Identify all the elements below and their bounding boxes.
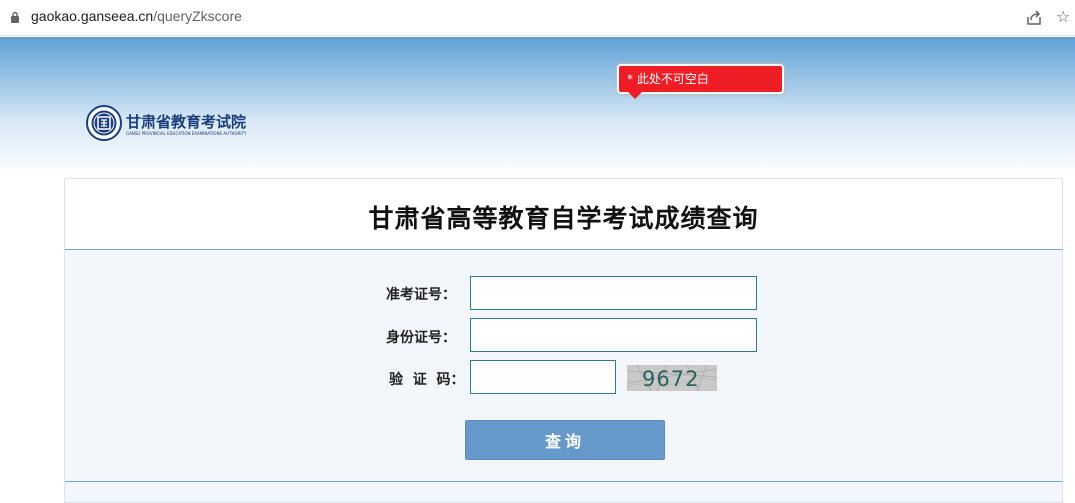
lock-icon [11, 11, 19, 23]
page-title: 甘肃省高等教育自学考试成绩查询 [368, 204, 759, 233]
id-number-input[interactable] [470, 318, 757, 352]
emblem-icon [86, 105, 122, 141]
org-logo[interactable]: 甘肃省教育考试院 GANSU PROVINCIAL EDUCATION EXAM… [86, 103, 251, 143]
captcha-label: 验 证 码： [389, 372, 465, 388]
org-subtitle: GANSU PROVINCIAL EDUCATION EXAMINATIONS … [126, 131, 247, 136]
query-panel: 甘肃省高等教育自学考试成绩查询 准考证号： 身份证号： 验 证 码： 9672 … [64, 178, 1063, 503]
validation-tooltip: * 此处不可空白 [617, 64, 784, 94]
captcha-image[interactable]: 9672 [627, 365, 717, 391]
panel-divider [65, 481, 1062, 482]
tooltip-arrow [628, 92, 642, 99]
bookmark-star-icon[interactable]: ☆ [1056, 8, 1070, 26]
url-path: /queryZkscore [153, 8, 242, 24]
id-number-label: 身份证号： [386, 330, 456, 346]
org-name: 甘肃省教育考试院 [126, 113, 247, 131]
query-button[interactable]: 查询 [465, 420, 665, 460]
browser-address-bar[interactable]: gaokao.ganseea.cn/queryZkscore ☆ [0, 0, 1075, 36]
share-icon[interactable] [1025, 9, 1043, 27]
exam-no-label: 准考证号： [386, 287, 456, 303]
exam-no-input[interactable] [470, 276, 757, 310]
url-text[interactable]: gaokao.ganseea.cn/queryZkscore [31, 8, 242, 24]
url-host: gaokao.ganseea.cn [31, 8, 154, 24]
title-area: 甘肃省高等教育自学考试成绩查询 [65, 179, 1062, 250]
captcha-text: 9672 [642, 367, 699, 391]
captcha-input[interactable] [470, 360, 616, 394]
